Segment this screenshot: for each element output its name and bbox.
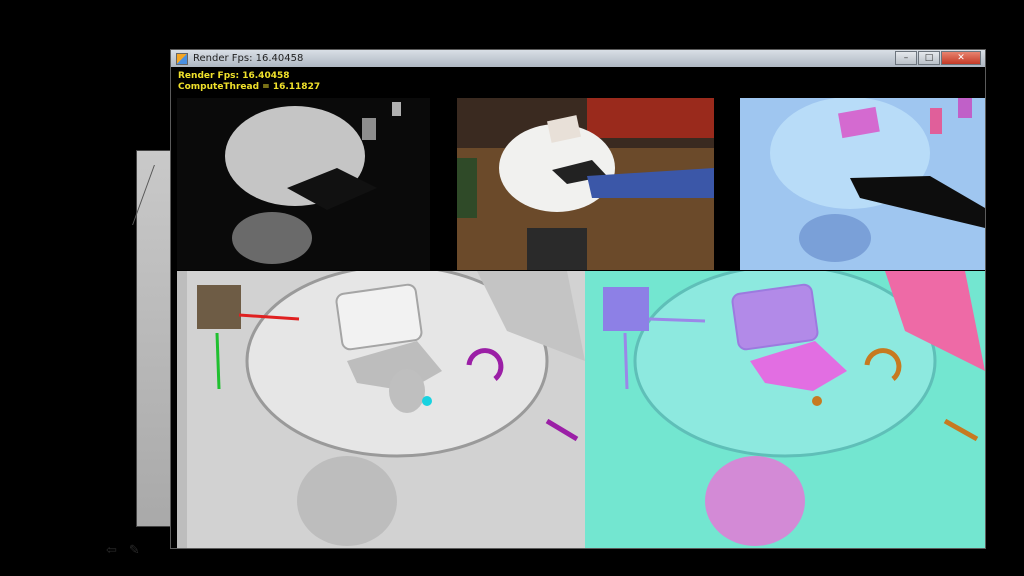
normal-map-view (740, 98, 985, 270)
compute-thread-label: ComputeThread = 16.11827 (178, 82, 321, 92)
pen-icon[interactable]: ✎ (129, 543, 140, 558)
shaded-reconstruction-view (177, 271, 585, 548)
app-icon (176, 52, 188, 65)
render-window: Render Fps: 16.40458 – □ ✕ Render Fps: 1… (170, 49, 986, 549)
title-bar[interactable]: Render Fps: 16.40458 – □ ✕ (171, 50, 985, 67)
back-arrow-icon[interactable]: ⇦ (106, 543, 117, 558)
close-button[interactable]: ✕ (941, 51, 981, 65)
rgb-camera-view (457, 98, 714, 270)
minimize-button[interactable]: – (895, 51, 917, 65)
normal-reconstruction-view (585, 271, 985, 548)
render-fps-label: Render Fps: 16.40458 (178, 71, 290, 81)
window-controls: – □ ✕ (895, 51, 981, 65)
stats-overlay: Render Fps: 16.40458 ComputeThread = 16.… (178, 71, 320, 93)
depth-camera-view (177, 98, 430, 270)
window-title: Render Fps: 16.40458 (193, 53, 304, 64)
maximize-button[interactable]: □ (918, 51, 940, 65)
background-toolbar: ⇦ ✎ (106, 540, 140, 560)
